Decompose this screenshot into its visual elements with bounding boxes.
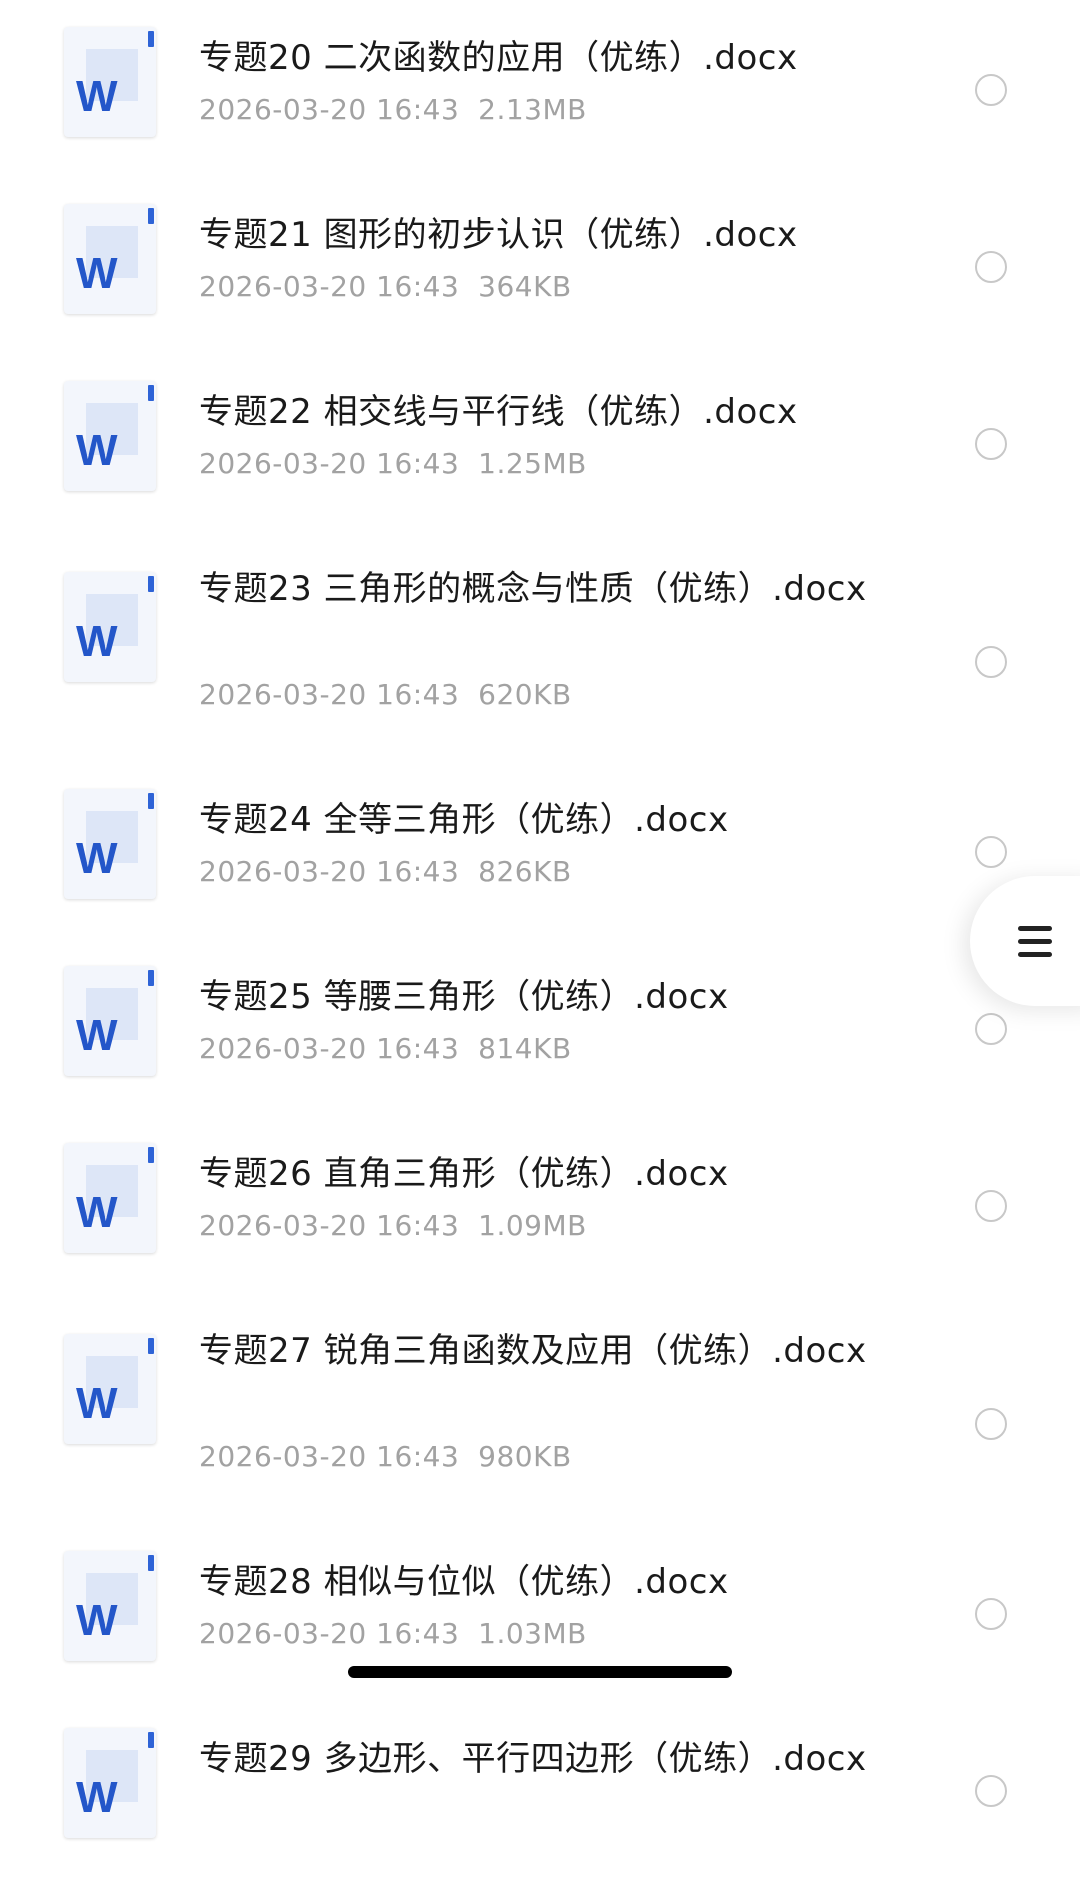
word-doc-icon: W (64, 27, 156, 137)
file-meta: 2026-03-20 16:43 1.09MB (199, 1208, 587, 1244)
word-doc-icon: W (64, 966, 156, 1076)
file-name: 专题29 多边形、平行四边形（优练）.docx (199, 1739, 867, 1779)
file-row[interactable]: W 专题23 三角形的概念与性质（优练）.docx 2026-03-20 16:… (0, 531, 1080, 762)
word-letter: W (76, 1773, 118, 1822)
file-size: 364KB (478, 270, 572, 303)
file-meta (199, 1793, 218, 1829)
word-doc-icon: W (64, 1143, 156, 1253)
file-name: 专题23 三角形的概念与性质（优练）.docx (199, 569, 867, 609)
word-letter: W (76, 1188, 118, 1237)
hamburger-menu-icon (1018, 926, 1052, 931)
select-radio[interactable] (975, 428, 1007, 460)
file-row[interactable]: W 专题29 多边形、平行四边形（优练）.docx (0, 1701, 1080, 1878)
file-meta: 2026-03-20 16:43 364KB (199, 269, 572, 305)
file-date: 2026-03-20 16:43 (199, 1032, 460, 1065)
hamburger-menu-icon-bar (1018, 939, 1052, 944)
word-letter: W (76, 72, 118, 121)
file-date: 2026-03-20 16:43 (199, 1617, 460, 1650)
doc-icon-corner (148, 208, 154, 224)
file-meta: 2026-03-20 16:43 980KB (199, 1439, 572, 1475)
word-letter: W (76, 1596, 118, 1645)
file-row[interactable]: W 专题25 等腰三角形（优练）.docx 2026-03-20 16:43 8… (0, 939, 1080, 1116)
file-size: 814KB (478, 1032, 572, 1065)
file-size: 1.09MB (478, 1209, 587, 1242)
doc-icon-corner (148, 1732, 154, 1748)
file-meta: 2026-03-20 16:43 826KB (199, 854, 572, 890)
file-date: 2026-03-20 16:43 (199, 855, 460, 888)
file-size: 1.25MB (478, 447, 587, 480)
hamburger-menu-icon-bar (1018, 952, 1052, 957)
select-radio[interactable] (975, 836, 1007, 868)
file-row[interactable]: W 专题22 相交线与平行线（优练）.docx 2026-03-20 16:43… (0, 354, 1080, 531)
word-letter: W (76, 1011, 118, 1060)
select-radio[interactable] (975, 646, 1007, 678)
select-radio[interactable] (975, 1190, 1007, 1222)
word-doc-icon: W (64, 1334, 156, 1444)
select-radio[interactable] (975, 1598, 1007, 1630)
file-row[interactable]: W 专题21 图形的初步认识（优练）.docx 2026-03-20 16:43… (0, 177, 1080, 354)
file-meta: 2026-03-20 16:43 1.03MB (199, 1616, 587, 1652)
doc-icon-corner (148, 1147, 154, 1163)
file-meta: 2026-03-20 16:43 620KB (199, 677, 572, 713)
file-size: 1.03MB (478, 1617, 587, 1650)
file-size: 2.13MB (478, 93, 587, 126)
doc-icon-corner (148, 970, 154, 986)
file-name: 专题27 锐角三角函数及应用（优练）.docx (199, 1331, 867, 1371)
file-date: 2026-03-20 16:43 (199, 1440, 460, 1473)
word-doc-icon: W (64, 1728, 156, 1838)
word-letter: W (76, 426, 118, 475)
file-date: 2026-03-20 16:43 (199, 678, 460, 711)
file-name: 专题22 相交线与平行线（优练）.docx (199, 392, 798, 432)
file-meta: 2026-03-20 16:43 1.25MB (199, 446, 587, 482)
file-date: 2026-03-20 16:43 (199, 447, 460, 480)
word-letter: W (76, 1379, 118, 1428)
file-size: 980KB (478, 1440, 572, 1473)
file-name: 专题24 全等三角形（优练）.docx (199, 800, 729, 840)
file-date: 2026-03-20 16:43 (199, 93, 460, 126)
doc-icon-corner (148, 1555, 154, 1571)
file-name: 专题25 等腰三角形（优练）.docx (199, 977, 729, 1017)
file-size: 620KB (478, 678, 572, 711)
word-doc-icon: W (64, 572, 156, 682)
word-doc-icon: W (64, 1551, 156, 1661)
doc-icon-corner (148, 1338, 154, 1354)
file-row[interactable]: W 专题20 二次函数的应用（优练）.docx 2026-03-20 16:43… (0, 0, 1080, 177)
file-name: 专题21 图形的初步认识（优练）.docx (199, 215, 798, 255)
word-letter: W (76, 617, 118, 666)
file-date: 2026-03-20 16:43 (199, 1209, 460, 1242)
word-doc-icon: W (64, 381, 156, 491)
file-meta: 2026-03-20 16:43 814KB (199, 1031, 572, 1067)
select-radio[interactable] (975, 1013, 1007, 1045)
doc-icon-corner (148, 793, 154, 809)
file-meta: 2026-03-20 16:43 2.13MB (199, 92, 587, 128)
select-radio[interactable] (975, 1775, 1007, 1807)
file-row[interactable]: W 专题26 直角三角形（优练）.docx 2026-03-20 16:43 1… (0, 1116, 1080, 1293)
word-doc-icon: W (64, 789, 156, 899)
word-letter: W (76, 249, 118, 298)
select-radio[interactable] (975, 1408, 1007, 1440)
file-size: 826KB (478, 855, 572, 888)
select-radio[interactable] (975, 251, 1007, 283)
file-date: 2026-03-20 16:43 (199, 270, 460, 303)
word-letter: W (76, 834, 118, 883)
doc-icon-corner (148, 385, 154, 401)
word-doc-icon: W (64, 204, 156, 314)
doc-icon-corner (148, 576, 154, 592)
home-indicator (348, 1666, 732, 1678)
file-row[interactable]: W 专题24 全等三角形（优练）.docx 2026-03-20 16:43 8… (0, 762, 1080, 939)
select-radio[interactable] (975, 74, 1007, 106)
file-name: 专题26 直角三角形（优练）.docx (199, 1154, 729, 1194)
file-list: W 专题20 二次函数的应用（优练）.docx 2026-03-20 16:43… (0, 0, 1080, 1838)
file-name: 专题20 二次函数的应用（优练）.docx (199, 38, 798, 78)
file-name: 专题28 相似与位似（优练）.docx (199, 1562, 729, 1602)
doc-icon-corner (148, 31, 154, 47)
file-row[interactable]: W 专题27 锐角三角函数及应用（优练）.docx 2026-03-20 16:… (0, 1293, 1080, 1524)
